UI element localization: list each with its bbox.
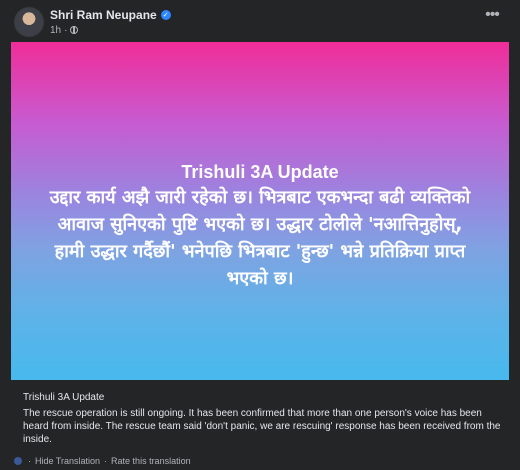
separator-dot: ·	[104, 456, 108, 466]
post-time[interactable]: 1h	[50, 25, 61, 36]
hide-translation-link[interactable]: Hide Translation	[35, 456, 100, 466]
post-image-banner[interactable]: Trishuli 3A Update उद्दार कार्य अझै जारी…	[11, 42, 509, 380]
translation-body: The rescue operation is still ongoing. I…	[23, 408, 501, 445]
verified-badge-icon: ✓	[160, 10, 171, 20]
translation-links: · Hide Translation · Rate this translati…	[14, 455, 191, 467]
banner-text: Trishuli 3A Update उद्दार कार्य अझै जारी…	[11, 160, 509, 292]
separator-dot: ·	[28, 456, 31, 466]
post-header: Shri Ram Neupane ✓ 1h · •••	[0, 0, 520, 42]
translation-icon	[14, 457, 22, 465]
globe-icon	[70, 26, 79, 34]
banner-title: Trishuli 3A Update	[181, 162, 339, 182]
translation-title: Trishuli 3A Update	[23, 392, 105, 403]
rate-translation-link[interactable]: Rate this translation	[111, 456, 191, 466]
dot-separator: ·	[64, 24, 68, 36]
translation-block: Trishuli 3A Update The rescue operation …	[23, 391, 503, 446]
author-name[interactable]: Shri Ram Neupane	[50, 8, 157, 22]
more-options-icon[interactable]: •••	[480, 7, 504, 28]
avatar[interactable]	[14, 7, 44, 37]
banner-body: उद्दार कार्य अझै जारी रहेको छ। भित्रबाट …	[49, 187, 471, 289]
author-line: Shri Ram Neupane ✓	[50, 7, 171, 23]
post-meta: 1h ·	[50, 24, 79, 36]
